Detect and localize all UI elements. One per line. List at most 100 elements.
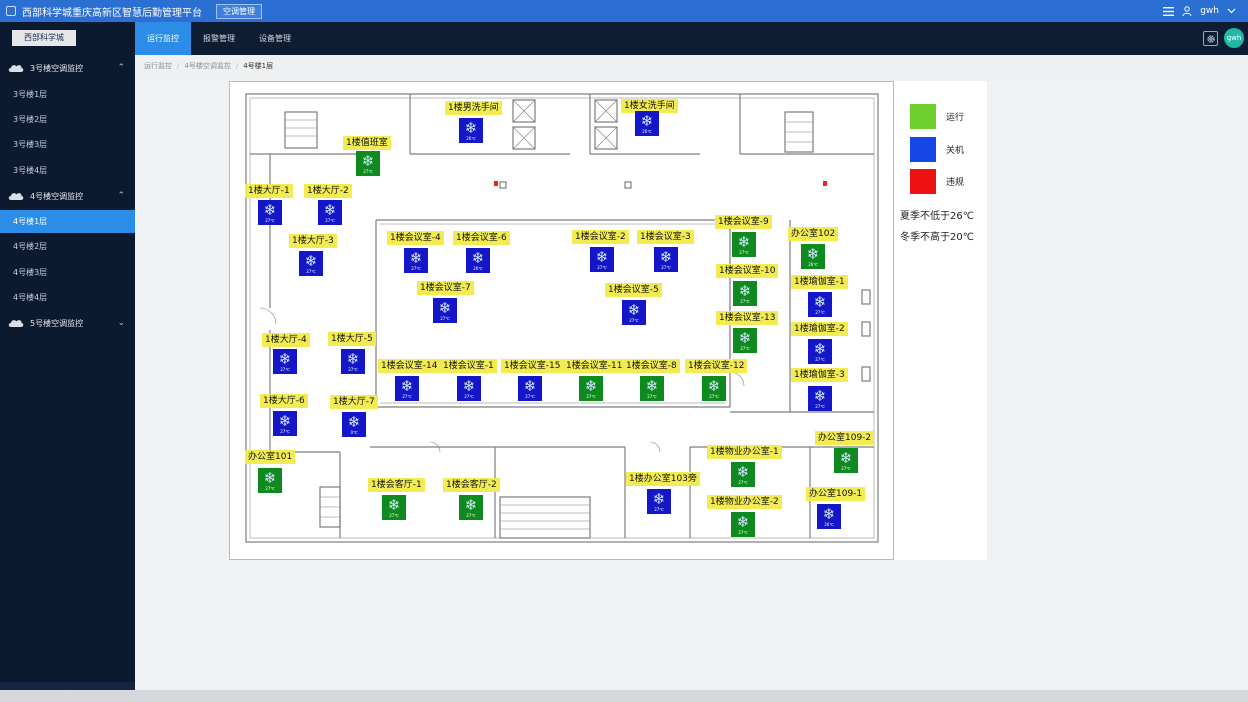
- ac-unit-off[interactable]: ❄ 27℃: [647, 489, 671, 514]
- ac-temperature: 0℃: [350, 429, 358, 435]
- room-label: 1楼大厅-5: [328, 332, 376, 346]
- room-label: 1楼瑜伽室-2: [791, 322, 848, 336]
- ac-unit-off[interactable]: ❄ 27℃: [654, 247, 678, 272]
- summer-rule: 夏季不低于26℃: [900, 211, 974, 222]
- sidebar-item-4-1[interactable]: 4号楼1层: [0, 210, 135, 233]
- ac-unit-on[interactable]: ❄ 27℃: [258, 468, 282, 493]
- sidebar-group-label: 5号楼空调监控: [30, 318, 84, 328]
- sidebar-item-4-4[interactable]: 4号楼4层: [0, 286, 135, 309]
- breadcrumb-item[interactable]: 运行监控: [144, 61, 172, 71]
- ac-unit-off[interactable]: ❄ 27℃: [258, 200, 282, 225]
- ac-unit-off[interactable]: ❄ 27℃: [518, 376, 542, 401]
- ac-unit-off[interactable]: ❄ 27℃: [318, 200, 342, 225]
- ac-temperature: 27℃: [411, 265, 421, 271]
- ac-unit-off[interactable]: ❄ 27℃: [273, 349, 297, 374]
- ac-unit-on[interactable]: ❄ 27℃: [834, 448, 858, 473]
- ac-unit-on[interactable]: ❄ 27℃: [579, 376, 603, 401]
- user-name[interactable]: gwh: [1200, 6, 1219, 16]
- cloud-icon: [8, 320, 24, 327]
- ac-unit-off[interactable]: ❄ 27℃: [404, 248, 428, 273]
- ac-unit-off[interactable]: ❄ 27℃: [457, 376, 481, 401]
- room-label: 1楼会议室-12: [685, 359, 748, 373]
- sidebar-item-4-2[interactable]: 4号楼2层: [0, 235, 135, 258]
- ac-temperature: 27℃: [841, 465, 851, 471]
- avatar[interactable]: gwh: [1224, 28, 1244, 48]
- ac-unit-on[interactable]: ❄ 27℃: [459, 495, 483, 520]
- winter-rule: 冬季不高于20℃: [900, 232, 974, 243]
- ac-unit-off[interactable]: ❄ 27℃: [433, 298, 457, 323]
- sidebar-item-3-2[interactable]: 3号楼2层: [0, 108, 135, 131]
- brand-button[interactable]: 西部科学城: [12, 30, 76, 46]
- breadcrumb-current: 4号楼1层: [243, 62, 274, 70]
- tab-alarm-management[interactable]: 报警管理: [191, 22, 247, 55]
- ac-unit-on[interactable]: ❄ 27℃: [733, 281, 757, 306]
- ac-unit-on[interactable]: ❄ 27℃: [731, 462, 755, 487]
- ac-unit-off[interactable]: ❄ 27℃: [808, 339, 832, 364]
- snowflake-icon: ❄: [471, 248, 485, 267]
- ac-unit-off[interactable]: ❄ 27℃: [341, 349, 365, 374]
- ac-unit-off[interactable]: ❄ 27℃: [808, 292, 832, 317]
- user-icon[interactable]: [1182, 6, 1192, 16]
- ac-temperature: 27℃: [265, 485, 275, 491]
- app-logo-icon: [6, 6, 16, 16]
- snowflake-icon: ❄: [659, 247, 673, 266]
- ac-unit-on[interactable]: ❄ 27℃: [733, 328, 757, 353]
- ac-temperature: 27℃: [280, 366, 290, 372]
- legend-swatch-off: [910, 137, 936, 162]
- sidebar-group-building-5[interactable]: 5号楼空调监控 ⌄: [0, 312, 135, 334]
- ac-unit-off[interactable]: ❄ 26℃: [817, 504, 841, 529]
- ac-unit-off[interactable]: ❄ 26℃: [635, 111, 659, 136]
- legend-panel: 运行 关机 违规 夏季不低于26℃ 冬季不高于20℃: [894, 81, 987, 560]
- ac-unit-off[interactable]: ❄ 27℃: [590, 247, 614, 272]
- gear-icon: [1206, 34, 1215, 43]
- chevron-down-icon[interactable]: [1227, 8, 1236, 14]
- room-label: 1楼大厅-6: [260, 394, 308, 408]
- ac-unit-on[interactable]: ❄ 27℃: [382, 495, 406, 520]
- chevron-up-icon: ⌃: [117, 63, 125, 73]
- snowflake-icon: ❄: [839, 448, 853, 467]
- ac-unit-off[interactable]: ❄ 26℃: [466, 248, 490, 273]
- sidebar-item-3-3[interactable]: 3号楼3层: [0, 133, 135, 156]
- ac-unit-off[interactable]: ❄ 27℃: [299, 251, 323, 276]
- settings-button[interactable]: [1203, 31, 1218, 46]
- ac-temperature: 27℃: [815, 356, 825, 362]
- ac-unit-off[interactable]: ❄ 27℃: [808, 386, 832, 411]
- cloud-icon: [8, 65, 24, 72]
- module-tag[interactable]: 空调管理: [216, 3, 262, 19]
- ac-temperature: 27℃: [464, 393, 474, 399]
- tab-run-monitor[interactable]: 运行监控: [135, 22, 191, 55]
- breadcrumb-item[interactable]: 4号楼空调监控: [184, 61, 230, 71]
- ac-unit-off[interactable]: ❄ 27℃: [273, 411, 297, 436]
- room-label: 1楼会客厅-1: [368, 478, 425, 492]
- room-label: 1楼会议室-10: [716, 264, 779, 278]
- ac-unit-on[interactable]: ❄ 27℃: [356, 151, 380, 176]
- ac-temperature: 27℃: [280, 428, 290, 434]
- sidebar-group-building-3[interactable]: 3号楼空调监控 ⌃: [0, 57, 135, 79]
- snowflake-icon: ❄: [822, 504, 836, 523]
- snowflake-icon: ❄: [387, 495, 401, 514]
- sidebar-item-3-4[interactable]: 3号楼4层: [0, 159, 135, 182]
- floor-plan: 1楼男洗手间 ❄ 26℃ 1楼女洗手间 ❄ 26℃ 1楼值班室 ❄ 27℃ 1楼大厅-1 ❄ 27℃ 1…: [229, 81, 894, 560]
- ac-unit-off[interactable]: ❄ 27℃: [622, 300, 646, 325]
- room-label: 1楼值班室: [343, 136, 391, 150]
- snowflake-icon: ❄: [707, 376, 721, 395]
- menu-icon[interactable]: [1163, 6, 1175, 16]
- snowflake-icon: ❄: [278, 349, 292, 368]
- ac-unit-on[interactable]: ❄ 27℃: [702, 376, 726, 401]
- room-label: 1楼男洗手间: [445, 101, 502, 115]
- floor-plan-walls: [245, 93, 879, 543]
- ac-unit-on[interactable]: ❄ 27℃: [732, 232, 756, 257]
- title-bar: 西部科学城重庆高新区智慧后勤管理平台 空调管理 gwh: [0, 0, 1248, 22]
- ac-unit-on[interactable]: ❄ 26℃: [801, 244, 825, 269]
- sidebar-item-3-1[interactable]: 3号楼1层: [0, 83, 135, 106]
- ac-unit-off[interactable]: ❄ 0℃: [342, 412, 366, 437]
- snowflake-icon: ❄: [813, 386, 827, 405]
- ac-unit-on[interactable]: ❄ 27℃: [731, 512, 755, 537]
- ac-unit-off[interactable]: ❄ 26℃: [459, 118, 483, 143]
- ac-unit-off[interactable]: ❄ 27℃: [395, 376, 419, 401]
- ac-unit-on[interactable]: ❄ 27℃: [640, 376, 664, 401]
- sidebar-group-building-4[interactable]: 4号楼空调监控 ⌃: [0, 185, 135, 207]
- tab-device-management[interactable]: 设备管理: [247, 22, 303, 55]
- sidebar-item-4-3[interactable]: 4号楼3层: [0, 261, 135, 284]
- ac-temperature: 27℃: [440, 315, 450, 321]
